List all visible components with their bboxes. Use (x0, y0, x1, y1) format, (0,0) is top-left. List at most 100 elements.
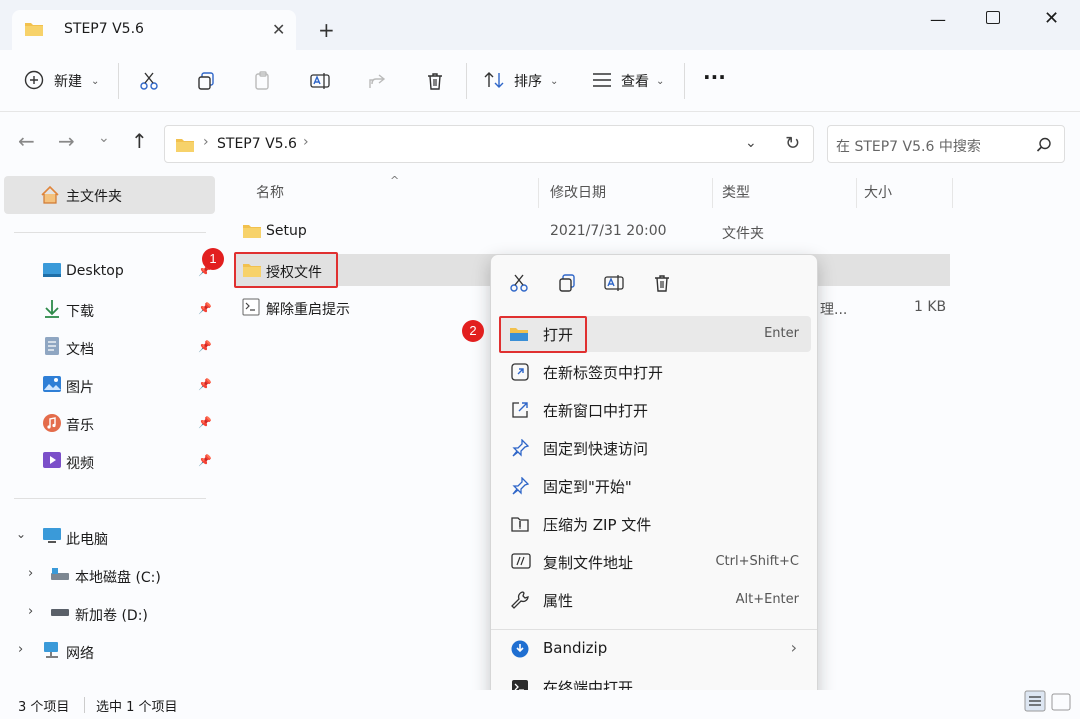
column-divider[interactable] (952, 178, 953, 208)
music-icon (42, 413, 62, 433)
maximize-button[interactable] (986, 11, 1000, 24)
menu-item-properties[interactable]: 属性 Alt+Enter (499, 582, 811, 618)
sidebar-item-drive-c[interactable]: › 本地磁盘 (C:) (0, 559, 210, 591)
sidebar-item-label: 下载 (66, 304, 94, 320)
chevron-down-icon: ⌄ (656, 76, 665, 87)
sidebar-item-label: 视频 (66, 456, 94, 472)
sort-label: 排序 (514, 74, 542, 90)
search-icon[interactable] (1036, 137, 1052, 153)
menu-item-open[interactable]: 打开 Enter (499, 316, 811, 353)
up-arrow-icon[interactable]: ↑ (131, 129, 148, 153)
menu-item-copy-path[interactable]: 复制文件地址 Ctrl+Shift+C (499, 544, 811, 580)
title-bar: STEP7 V5.6 ✕ + — ✕ (0, 0, 1080, 50)
menu-item-open-new-tab[interactable]: 在新标签页中打开 (499, 354, 811, 390)
download-icon (43, 299, 61, 319)
status-divider (84, 697, 85, 713)
menu-item-shortcut: Enter (764, 326, 799, 341)
document-icon (44, 336, 60, 356)
rename-icon[interactable] (310, 71, 330, 91)
column-divider[interactable] (856, 178, 857, 208)
sidebar-item-videos[interactable]: 视频 📌 (0, 445, 212, 477)
new-label: 新建 (54, 74, 82, 90)
sidebar-item-desktop[interactable]: Desktop 📌 (0, 255, 212, 287)
sidebar-divider (14, 498, 206, 499)
details-view-icon[interactable] (1024, 690, 1046, 712)
chevron-right-icon[interactable]: › (28, 604, 33, 619)
navigation-pane: 主文件夹 Desktop 📌 下载 📌 文档 📌 图片 📌 音乐 � (0, 174, 222, 690)
table-row[interactable]: Setup 2021/7/31 20:00 文件夹 (236, 216, 950, 248)
toolbar-divider (466, 63, 467, 99)
sidebar-item-label: 新加卷 (D:) (75, 608, 148, 624)
chevron-right-icon: › (790, 638, 797, 657)
tab-close-icon[interactable]: ✕ (272, 20, 285, 39)
search-input[interactable]: 在 STEP7 V5.6 中搜索 (827, 125, 1065, 163)
bandizip-icon (511, 640, 529, 658)
back-arrow-icon[interactable]: ← (18, 129, 35, 153)
refresh-icon[interactable]: ↻ (785, 133, 800, 154)
forward-arrow-icon[interactable]: → (58, 129, 75, 153)
cut-icon[interactable] (509, 273, 529, 293)
recent-chevron-icon[interactable]: ⌄ (98, 130, 110, 146)
breadcrumb-step7[interactable]: STEP7 V5.6 (217, 136, 297, 152)
menu-item-pin-quick-access[interactable]: 固定到快速访问 (499, 430, 811, 466)
command-toolbar: 新建 ⌄ 排序 ⌄ 查看 ⌄ ··· (0, 50, 1080, 112)
chevron-down-icon[interactable]: ⌄ (16, 527, 26, 541)
tab-step7[interactable]: STEP7 V5.6 ✕ (12, 10, 296, 50)
address-dropdown-icon[interactable]: ⌄ (745, 135, 757, 151)
sidebar-item-label: Desktop (66, 263, 124, 279)
cut-icon[interactable] (139, 71, 159, 91)
copy-icon[interactable] (557, 273, 577, 293)
sidebar-item-home[interactable]: 主文件夹 (4, 176, 215, 214)
breadcrumb-separator[interactable]: › (303, 134, 309, 150)
copy-icon[interactable] (196, 71, 216, 91)
minimize-button[interactable]: — (930, 10, 946, 29)
share-icon (367, 71, 387, 91)
menu-item-label: 固定到快速访问 (543, 440, 649, 458)
file-name: Setup (266, 223, 307, 239)
copy-path-icon (511, 553, 531, 569)
view-label: 查看 (621, 74, 649, 90)
menu-item-compress-zip[interactable]: 压缩为 ZIP 文件 (499, 506, 811, 542)
sidebar-item-music[interactable]: 音乐 📌 (0, 407, 212, 439)
pin-icon: 📌 (198, 416, 212, 429)
sidebar-item-pictures[interactable]: 图片 📌 (0, 369, 212, 401)
column-header-name[interactable]: 名称 (256, 182, 284, 202)
address-bar[interactable]: › STEP7 V5.6 › ⌄ ↻ (164, 125, 814, 163)
chevron-right-icon[interactable]: › (28, 566, 33, 581)
sidebar-item-label: 网络 (66, 646, 94, 662)
file-type: 理... (820, 302, 848, 318)
column-header-date[interactable]: 修改日期 (550, 182, 606, 202)
file-size: 1 KB (914, 299, 947, 315)
sidebar-item-this-pc[interactable]: ⌄ 此电脑 (0, 521, 210, 553)
delete-icon[interactable] (425, 71, 445, 91)
drive-icon (50, 567, 70, 581)
more-options-button[interactable]: ··· (703, 65, 726, 89)
menu-item-pin-start[interactable]: 固定到"开始" (499, 468, 811, 504)
pin-start-icon (511, 477, 529, 495)
menu-item-bandizip[interactable]: Bandizip › (499, 631, 811, 667)
wrench-icon (511, 591, 529, 609)
folder-icon (242, 261, 262, 279)
pin-icon: 📌 (198, 378, 212, 391)
chevron-right-icon[interactable]: › (18, 642, 23, 657)
breadcrumb-separator: › (203, 134, 209, 150)
zip-icon (511, 515, 529, 533)
tiles-view-icon[interactable] (1050, 692, 1072, 712)
sidebar-item-documents[interactable]: 文档 📌 (0, 331, 212, 363)
rename-icon[interactable] (604, 273, 624, 293)
menu-item-open-new-window[interactable]: 在新窗口中打开 (499, 392, 811, 428)
column-divider[interactable] (538, 178, 539, 208)
delete-icon[interactable] (652, 273, 672, 293)
tab-title: STEP7 V5.6 (64, 21, 144, 37)
close-window-button[interactable]: ✕ (1044, 8, 1059, 29)
column-divider[interactable] (712, 178, 713, 208)
sidebar-item-downloads[interactable]: 下载 📌 (0, 293, 212, 325)
context-menu: 打开 Enter 在新标签页中打开 在新窗口中打开 固定到快速访问 固定到"开始… (490, 254, 818, 719)
sidebar-item-network[interactable]: › 网络 (0, 635, 210, 667)
column-header-type[interactable]: 类型 (722, 182, 750, 202)
view-icon (592, 72, 612, 88)
sidebar-item-drive-d[interactable]: › 新加卷 (D:) (0, 597, 210, 629)
new-tab-button[interactable]: + (318, 18, 335, 42)
chevron-down-icon: ⌄ (91, 76, 100, 87)
column-header-size[interactable]: 大小 (864, 182, 892, 202)
